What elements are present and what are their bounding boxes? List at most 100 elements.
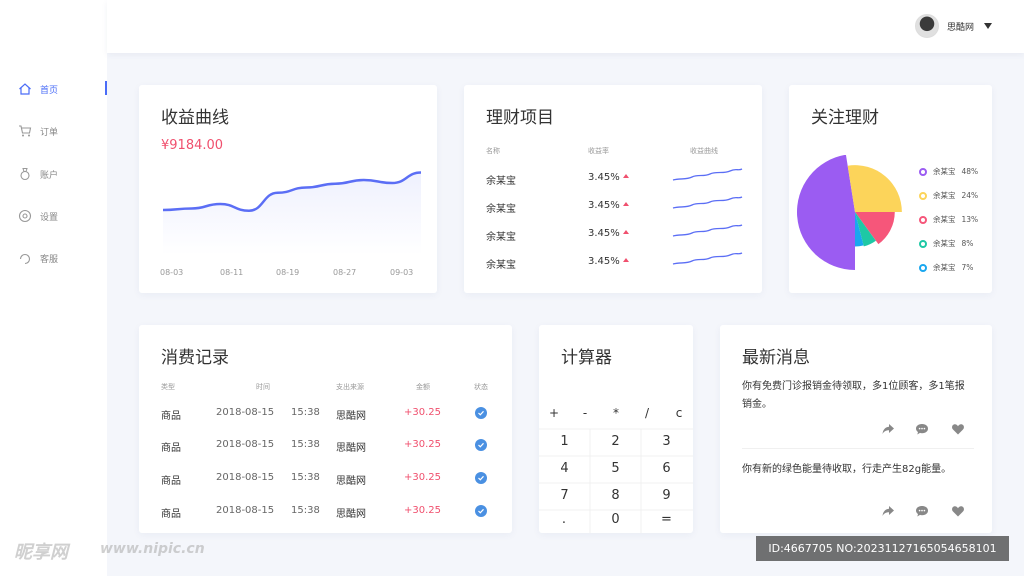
sidebar-item-service[interactable]: 客服 xyxy=(0,246,107,270)
record-type: 商品 xyxy=(161,411,181,422)
income-amount: ¥9184.00 xyxy=(161,138,224,153)
income-chart xyxy=(162,171,422,255)
share-icon[interactable] xyxy=(881,421,895,435)
news-title: 最新消息 xyxy=(742,348,810,368)
calc-key-clear[interactable]: c xyxy=(653,406,705,420)
column-header-rate: 收益率 xyxy=(588,147,609,155)
service-icon xyxy=(18,251,32,265)
pie-slice xyxy=(847,165,902,212)
calc-key-1[interactable]: 1 xyxy=(539,434,590,449)
records-title: 消费记录 xyxy=(161,348,229,368)
share-icon[interactable] xyxy=(881,503,895,517)
sidebar-item-home[interactable]: 首页 xyxy=(0,77,107,101)
calc-key-2[interactable]: 2 xyxy=(590,434,641,449)
sidebar-item-label: 订单 xyxy=(40,127,59,138)
finance-item-rate: 3.45% xyxy=(588,200,629,211)
finance-card: 理财项目 名称 收益率 收益曲线 余某宝 3.45% 余某宝 3.45% 余某宝… xyxy=(464,85,762,293)
calc-key-6[interactable]: 6 xyxy=(641,461,692,476)
column-header-curve: 收益曲线 xyxy=(690,147,718,155)
arrow-up-icon xyxy=(622,258,629,262)
username: 思酷网 xyxy=(946,22,974,33)
sidebar-item-label: 客服 xyxy=(40,254,59,265)
calc-key-8[interactable]: 8 xyxy=(590,488,641,503)
record-time: 15:38 xyxy=(291,472,320,483)
income-title: 收益曲线 xyxy=(161,108,229,128)
settings-icon xyxy=(18,209,32,223)
account-icon xyxy=(18,167,32,181)
legend-dot xyxy=(919,191,927,200)
record-amount: +30.25 xyxy=(404,439,442,450)
check-icon xyxy=(475,407,487,419)
calc-key-4[interactable]: 4 xyxy=(539,461,590,476)
sidebar-item-label: 设置 xyxy=(40,212,59,223)
column-header-name: 名称 xyxy=(486,147,500,155)
news-message: 你有免费门诊报销金待领取，多1位顾客，多1笔报销金。 xyxy=(742,381,965,410)
record-source: 思酷网 xyxy=(336,411,366,422)
finance-item-name: 余某宝 xyxy=(486,260,516,271)
income-area xyxy=(163,172,421,255)
calc-key-equals[interactable]: = xyxy=(641,512,692,527)
record-date: 2018-08-15 xyxy=(216,472,275,483)
income-card: 收益曲线 ¥9184.00 08-03 08-11 08-19 08-27 09… xyxy=(139,85,437,293)
avatar[interactable] xyxy=(914,14,939,38)
chevron-down-icon[interactable] xyxy=(984,23,992,29)
record-time: 15:38 xyxy=(291,439,320,450)
active-indicator xyxy=(105,81,107,95)
sparkline xyxy=(672,196,743,209)
sidebar-item-label: 账户 xyxy=(40,170,59,181)
calc-key-dot[interactable]: . xyxy=(539,512,589,527)
sidebar-item-settings[interactable]: 设置 xyxy=(0,204,107,228)
finance-item-rate: 3.45% xyxy=(588,172,629,183)
follow-title: 关注理财 xyxy=(811,108,879,128)
legend-dot xyxy=(919,167,927,176)
legend-item: 余某宝 48% xyxy=(919,166,978,177)
check-icon xyxy=(475,505,487,517)
finance-title: 理财项目 xyxy=(486,108,554,128)
column-header-type: 类型 xyxy=(161,383,175,391)
news-message: 你有新的绿色能量待收取，行走产生82g能量。 xyxy=(742,464,952,475)
watermark-site: www.nipic.cn xyxy=(100,541,205,557)
heart-icon[interactable] xyxy=(951,421,965,435)
x-tick-label: 08-19 xyxy=(276,268,300,277)
calculator-card: 计算器 + - * / c 1 2 3 4 5 6 7 8 9 . 0 = xyxy=(539,325,693,533)
record-source: 思酷网 xyxy=(336,476,366,487)
check-icon xyxy=(475,439,487,451)
record-date: 2018-08-15 xyxy=(216,505,275,516)
record-amount: +30.25 xyxy=(404,472,442,483)
record-source: 思酷网 xyxy=(336,443,366,454)
top-header: 思酷网 xyxy=(107,0,1024,53)
finance-item-name: 余某宝 xyxy=(486,204,516,215)
calc-key-0[interactable]: 0 xyxy=(590,512,641,527)
sidebar-item-orders[interactable]: 订单 xyxy=(0,119,107,143)
records-card: 消费记录 类型 时间 支出来源 金额 状态 商品 2018-08-15 15:3… xyxy=(139,325,512,533)
home-icon xyxy=(18,82,32,96)
legend-item: 余某宝 8% xyxy=(919,238,973,249)
comment-icon[interactable] xyxy=(915,503,929,517)
column-header-status: 状态 xyxy=(474,383,488,391)
legend-dot xyxy=(919,239,927,248)
news-divider xyxy=(742,448,974,449)
watermark-logo: 昵享网 xyxy=(14,542,68,563)
comment-icon[interactable] xyxy=(915,421,929,435)
record-amount: +30.25 xyxy=(404,407,442,418)
sparkline xyxy=(672,224,743,237)
sidebar: 首页 订单 账户 设置 客服 xyxy=(0,0,107,576)
watermark-id: ID:4667705 NO:20231127165054658101 xyxy=(756,536,1009,561)
heart-icon[interactable] xyxy=(951,503,965,517)
legend-item: 余某宝 7% xyxy=(919,262,973,273)
check-icon xyxy=(475,472,487,484)
finance-item-rate: 3.45% xyxy=(588,228,629,239)
calc-key-9[interactable]: 9 xyxy=(641,488,692,503)
cart-icon xyxy=(18,124,32,138)
rose-pie-chart xyxy=(797,155,902,270)
calc-key-5[interactable]: 5 xyxy=(590,461,641,476)
column-header-time: 时间 xyxy=(256,383,270,391)
sidebar-item-account[interactable]: 账户 xyxy=(0,162,107,186)
legend-dot xyxy=(919,263,927,272)
x-tick-label: 09-03 xyxy=(390,268,414,277)
user-menu[interactable]: 思酷网 xyxy=(914,14,992,38)
calc-key-7[interactable]: 7 xyxy=(539,488,590,503)
calc-key-3[interactable]: 3 xyxy=(641,434,692,449)
arrow-up-icon xyxy=(622,202,629,206)
record-time: 15:38 xyxy=(291,505,320,516)
